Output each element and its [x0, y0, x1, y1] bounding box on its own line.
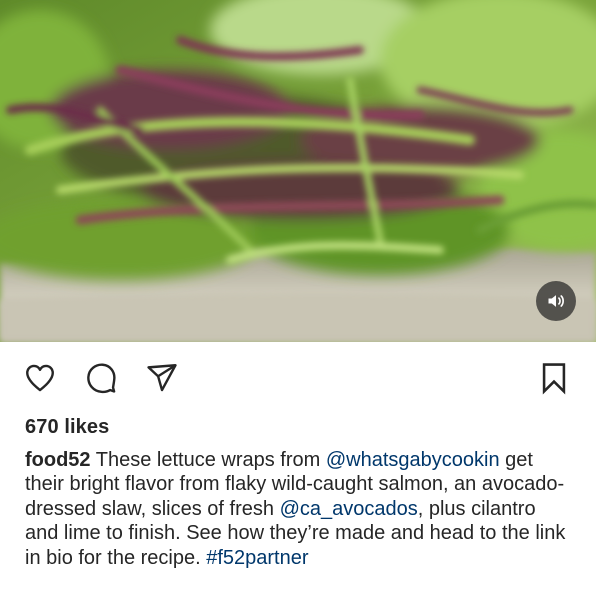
comment-bubble-icon — [87, 363, 116, 394]
comment-button[interactable] — [83, 360, 119, 396]
mention-link[interactable]: @ca_avocados — [280, 498, 418, 520]
share-button[interactable] — [144, 360, 180, 396]
hashtag-link[interactable]: #f52partner — [206, 547, 308, 569]
instagram-post: 670 likes food52 These lettuce wraps fro… — [0, 0, 596, 600]
bookmark-icon — [542, 363, 566, 395]
salad-photo — [0, 0, 596, 342]
paper-plane-icon — [147, 364, 177, 392]
speaker-volume-icon — [548, 295, 564, 307]
like-button[interactable] — [22, 360, 58, 396]
post-action-bar — [0, 360, 596, 400]
mention-link[interactable]: @whatsgabycookin — [326, 449, 500, 471]
sound-toggle-button[interactable] — [536, 281, 576, 321]
save-button[interactable] — [536, 360, 572, 396]
post-caption: food52 These lettuce wraps from @whatsga… — [25, 448, 573, 570]
heart-icon — [26, 364, 54, 392]
like-count[interactable]: 670 likes — [25, 416, 109, 439]
caption-username[interactable]: food52 — [25, 449, 91, 471]
post-video[interactable] — [0, 0, 596, 342]
caption-text: These lettuce wraps from — [90, 449, 326, 471]
